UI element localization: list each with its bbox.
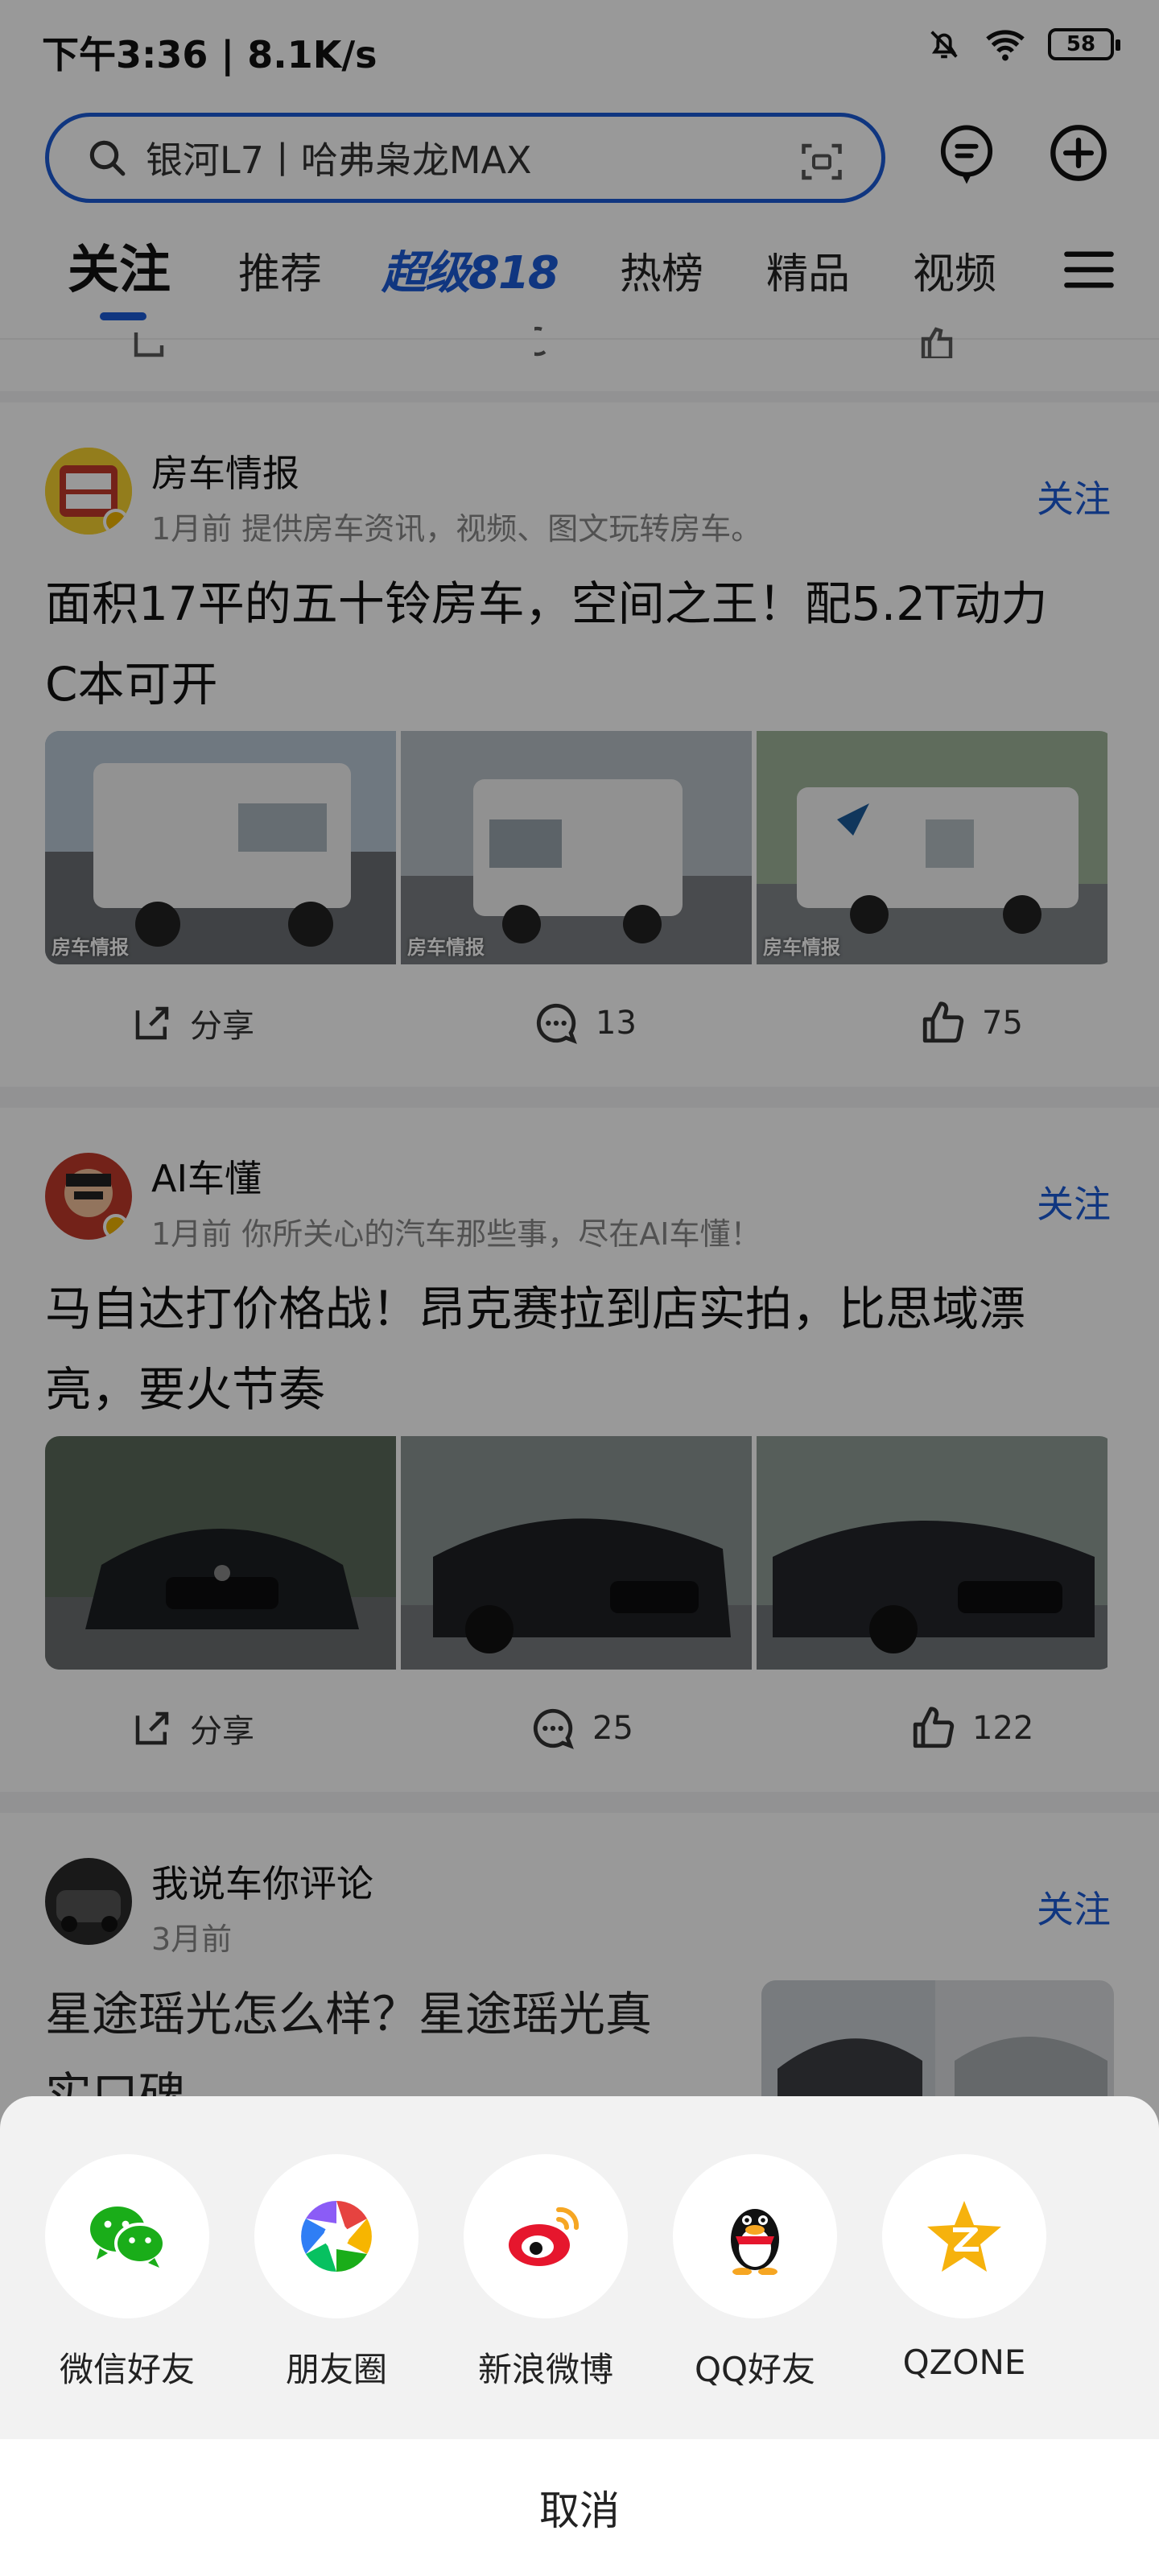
share-option-label: 新浪微博 [477,2350,613,2389]
wechat-icon [90,2207,166,2268]
qq-penguin-icon [731,2209,779,2275]
share-option-circle[interactable] [254,2154,419,2318]
share-moments[interactable]: 朋友圈 [254,2154,419,2392]
moments-icon [301,2201,372,2272]
share-qzone[interactable]: QZONE [882,2154,1046,2382]
share-weibo[interactable]: 新浪微博 [464,2154,628,2392]
share-option-circle[interactable] [464,2154,628,2318]
weibo-icon [509,2207,580,2266]
share-option-circle[interactable] [45,2154,209,2318]
share-option-circle[interactable] [882,2154,1046,2318]
qzone-star-icon [927,2201,1001,2272]
cancel-button[interactable]: 取消 [0,2439,1159,2576]
share-qq-friend[interactable]: QQ好友 [673,2154,837,2392]
share-option-label: 微信好友 [59,2350,195,2389]
share-option-circle[interactable] [673,2154,837,2318]
share-option-label: QQ好友 [694,2350,816,2389]
share-option-label: 朋友圈 [285,2350,387,2389]
share-wechat-friend[interactable]: 微信好友 [45,2154,209,2392]
share-option-label: QZONE [902,2343,1026,2382]
